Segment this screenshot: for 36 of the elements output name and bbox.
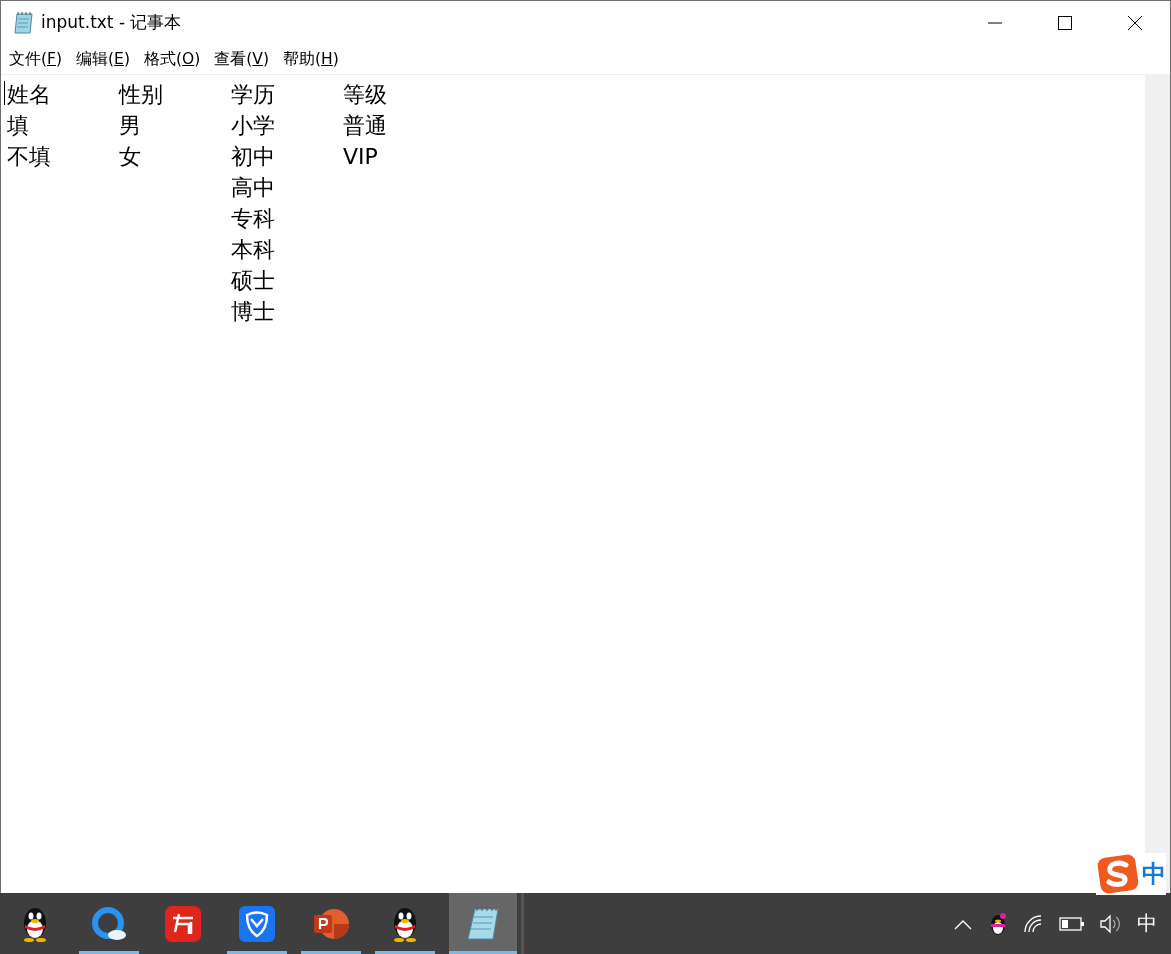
text-line-cell: 学历 (231, 82, 275, 107)
battery-icon[interactable] (1059, 915, 1085, 932)
notepad-icon (13, 10, 35, 35)
speaker-icon[interactable] (1099, 913, 1123, 934)
menu-item[interactable]: 格式(O) (136, 45, 208, 73)
dictionary-app-icon (165, 905, 201, 942)
text-line-cell: 本科 (231, 237, 275, 262)
text-line-cell: 女 (119, 144, 141, 169)
notepad-icon (465, 904, 501, 943)
input-mode-indicator[interactable]: 中 (1137, 910, 1157, 937)
text-line-cell: 专科 (231, 206, 275, 231)
text-line-cell: VIP (343, 144, 378, 169)
menu-item[interactable]: 编辑(E) (69, 45, 137, 73)
text-line-cell: 姓名 (7, 82, 51, 107)
text-line-cell: 初中 (231, 144, 275, 169)
text-line-cell: 普通 (343, 113, 387, 138)
close-icon (1127, 14, 1143, 31)
text-line-cell: 填 (7, 113, 29, 138)
text-line-cell: 等级 (343, 82, 387, 107)
shield-icon (239, 905, 275, 942)
scrollbar[interactable] (1145, 75, 1170, 893)
text-line-cell: 高中 (231, 175, 275, 200)
minimize-icon (987, 21, 1003, 24)
text-line-cell: 博士 (231, 299, 275, 324)
text-line-cell: 小学 (231, 113, 275, 138)
text-line-cell: 不填 (7, 144, 51, 169)
menu-item[interactable]: 查看(V) (207, 45, 277, 73)
text-cursor (4, 81, 5, 105)
cloud-ring-icon (91, 905, 127, 942)
maximize-icon (1057, 14, 1073, 31)
menu-item[interactable]: 帮助(H) (276, 45, 346, 73)
text-line-cell: 硕士 (231, 268, 275, 293)
window-title: input.txt - 记事本 (41, 11, 182, 34)
menu-item[interactable]: 文件(F) (2, 45, 70, 73)
text-line-cell: 男 (119, 113, 141, 138)
text-line-cell: 性别 (119, 82, 163, 107)
